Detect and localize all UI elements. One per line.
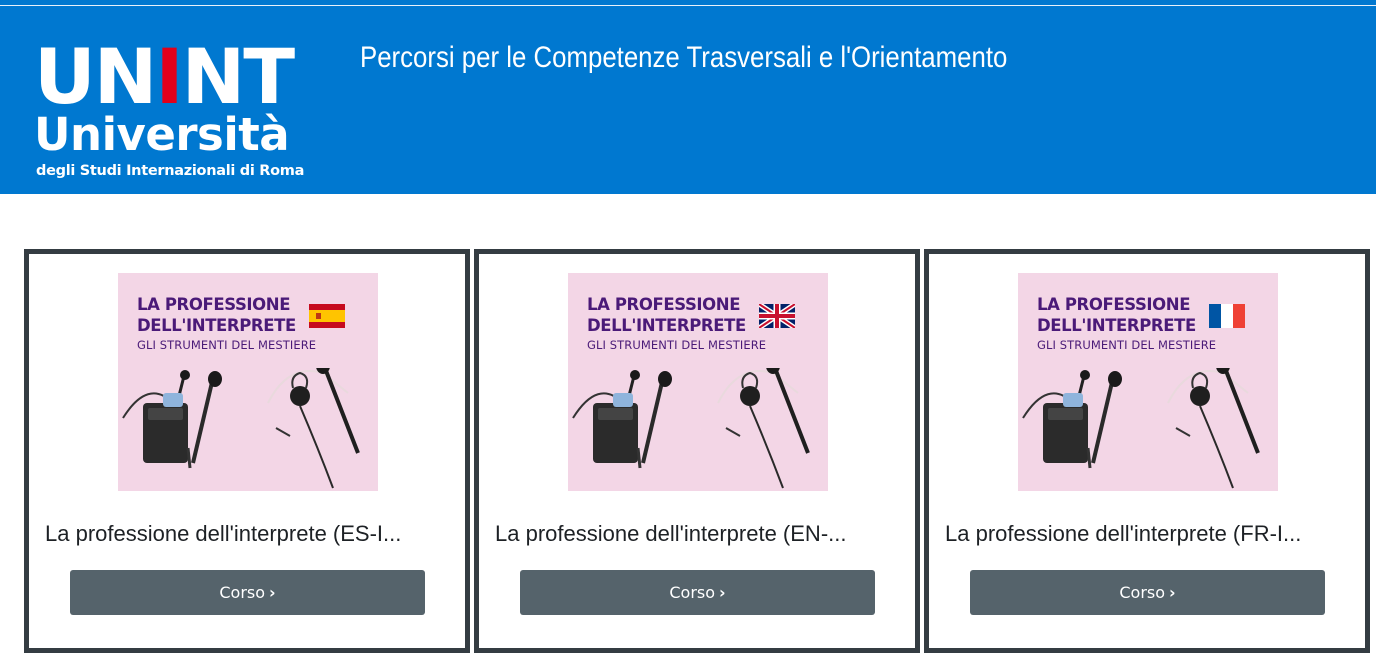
course-button[interactable]: Corso › — [970, 570, 1325, 615]
course-card: LA PROFESSIONE DELL'INTERPRETE GLI STRUM… — [924, 249, 1370, 653]
course-button-label: Corso — [219, 583, 266, 602]
logo-subtitle: degli Studi Internazionali di Roma — [36, 163, 305, 179]
top-border — [0, 0, 1376, 8]
course-image[interactable]: LA PROFESSIONE DELL'INTERPRETE GLI STRUM… — [568, 273, 828, 491]
chevron-right-icon: › — [1169, 583, 1176, 602]
uk-flag-icon — [759, 304, 795, 328]
image-heading-line1: LA PROFESSIONE — [587, 295, 741, 314]
france-flag-icon — [1209, 304, 1245, 328]
image-heading-line2: DELL'INTERPRETE — [1037, 316, 1196, 335]
image-heading-line2: DELL'INTERPRETE — [587, 316, 746, 335]
image-subheading: GLI STRUMENTI DEL MESTIERE — [137, 338, 317, 352]
image-heading-line1: LA PROFESSIONE — [1037, 295, 1191, 314]
unint-logo[interactable]: UNINT Università degli Studi Internazion… — [34, 32, 334, 190]
spain-flag-icon — [309, 304, 345, 328]
course-card: LA PROFESSIONE DELL'INTERPRETE GLI STRUM… — [474, 249, 920, 653]
course-title[interactable]: La professione dell'interprete (EN-... — [495, 519, 905, 549]
image-subheading: GLI STRUMENTI DEL MESTIERE — [587, 338, 767, 352]
page-title: Percorsi per le Competenze Trasversali e… — [360, 41, 1008, 74]
course-button[interactable]: Corso › — [70, 570, 425, 615]
headset-receiver-illustration — [1022, 368, 1260, 489]
logo-universita: Università — [34, 108, 290, 161]
chevron-right-icon: › — [719, 583, 726, 602]
image-heading-line2: DELL'INTERPRETE — [137, 316, 296, 335]
course-image[interactable]: LA PROFESSIONE DELL'INTERPRETE GLI STRUM… — [1018, 273, 1278, 491]
course-card: LA PROFESSIONE DELL'INTERPRETE GLI STRUM… — [24, 249, 470, 653]
image-subheading: GLI STRUMENTI DEL MESTIERE — [1037, 338, 1217, 352]
course-button-label: Corso — [1119, 583, 1166, 602]
image-heading-line1: LA PROFESSIONE — [137, 295, 291, 314]
site-header: UNINT Università degli Studi Internazion… — [0, 8, 1376, 194]
course-title[interactable]: La professione dell'interprete (ES-I... — [45, 519, 455, 549]
course-button[interactable]: Corso › — [520, 570, 875, 615]
chevron-right-icon: › — [269, 583, 276, 602]
headset-receiver-illustration — [572, 368, 810, 489]
course-title[interactable]: La professione dell'interprete (FR-I... — [945, 519, 1355, 549]
headset-receiver-illustration — [122, 368, 360, 489]
course-image[interactable]: LA PROFESSIONE DELL'INTERPRETE GLI STRUM… — [118, 273, 378, 491]
course-button-label: Corso — [669, 583, 716, 602]
logo-wordmark: UNINT — [34, 32, 295, 121]
